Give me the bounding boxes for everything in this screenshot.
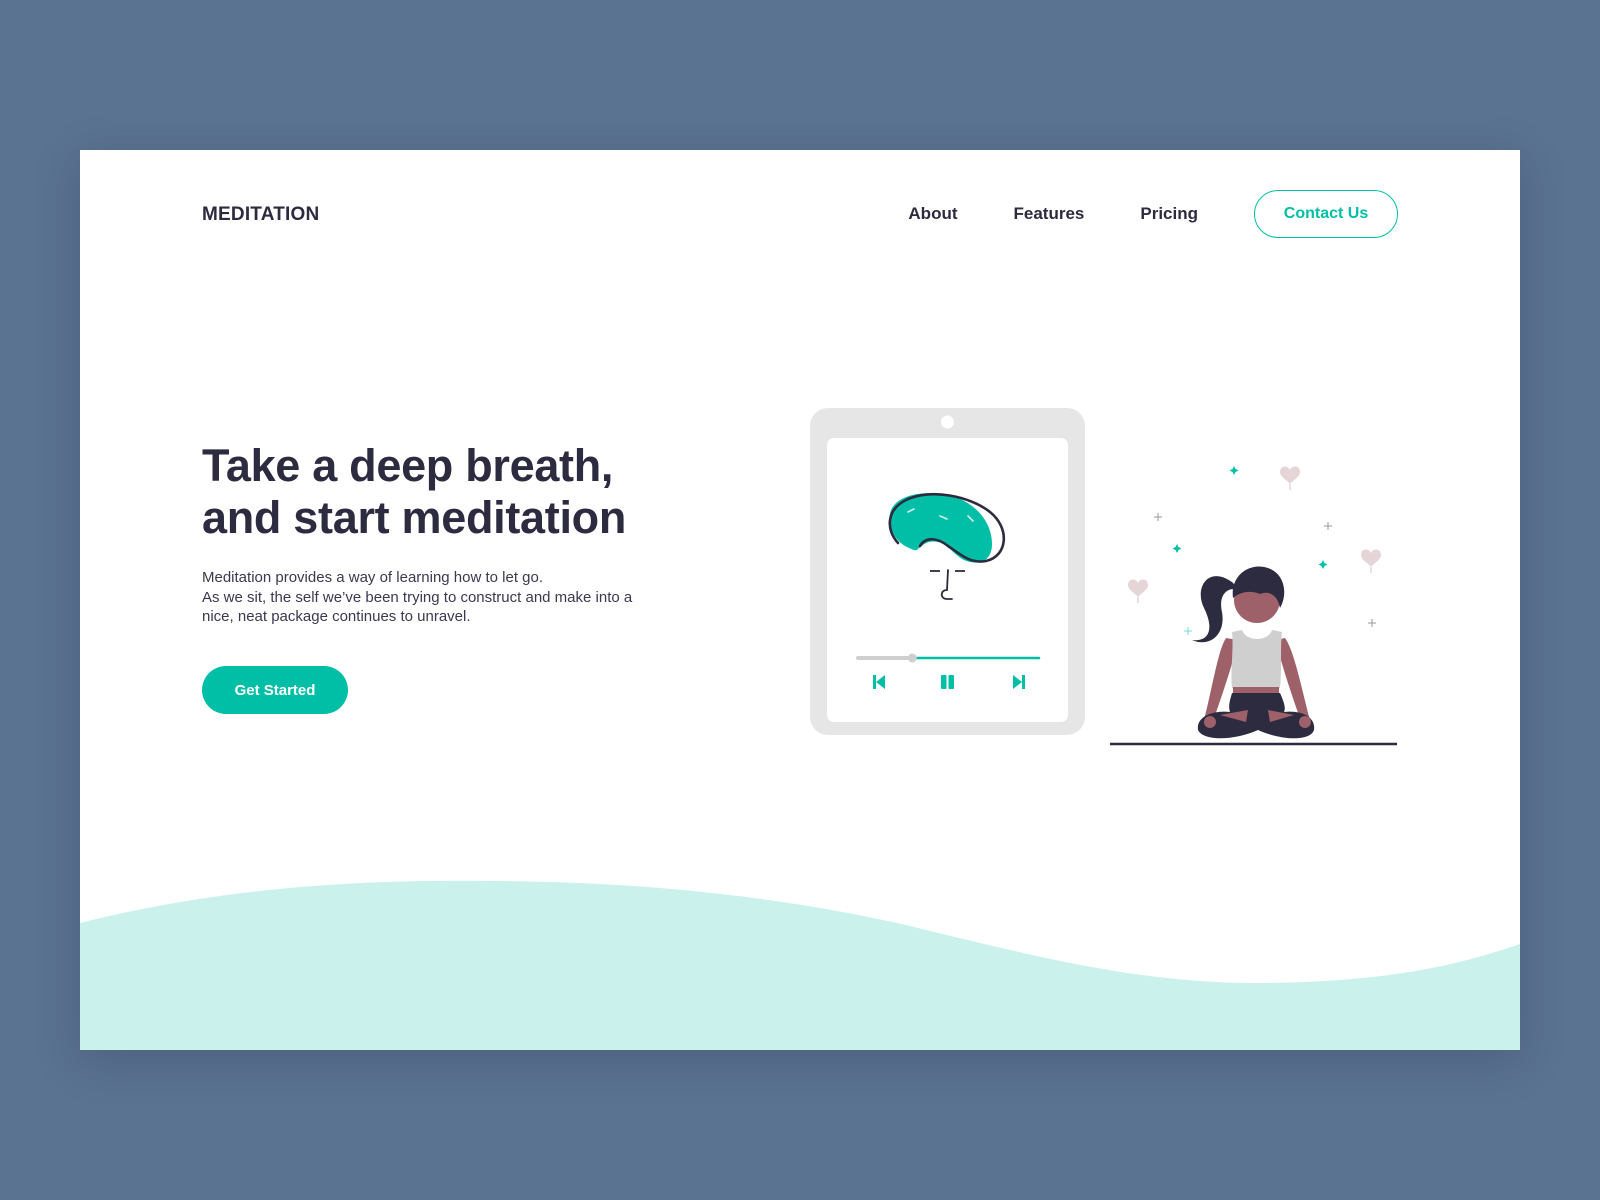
hero-description-line-1: Meditation provides a way of learning ho… — [202, 569, 544, 586]
landing-page-card: MEDITATION About Features Pricing Contac… — [80, 150, 1520, 1050]
hero-description-line-2: As we sit, the self we’ve been trying to… — [202, 588, 633, 606]
get-started-button[interactable]: Get Started — [202, 666, 348, 714]
hero-title: Take a deep breath, and start meditation — [202, 440, 626, 544]
contact-us-button[interactable]: Contact Us — [1254, 190, 1398, 238]
nav-link-features[interactable]: Features — [1014, 204, 1085, 224]
wave-shape — [80, 880, 1520, 1050]
hero-title-line-1: Take a deep breath, — [202, 440, 614, 491]
hero-description: Meditation provides a way of learning ho… — [202, 568, 672, 627]
hero-title-line-2: and start meditation — [202, 492, 627, 543]
main-nav: About Features Pricing Contact Us — [908, 190, 1398, 238]
nav-link-pricing[interactable]: Pricing — [1140, 204, 1198, 224]
progress-knob — [907, 653, 917, 663]
brand-logo[interactable]: MEDITATION — [202, 204, 319, 226]
nav-link-about[interactable]: About — [908, 204, 957, 224]
hero-description-line-3: nice, neat package continues to unravel. — [202, 608, 471, 625]
